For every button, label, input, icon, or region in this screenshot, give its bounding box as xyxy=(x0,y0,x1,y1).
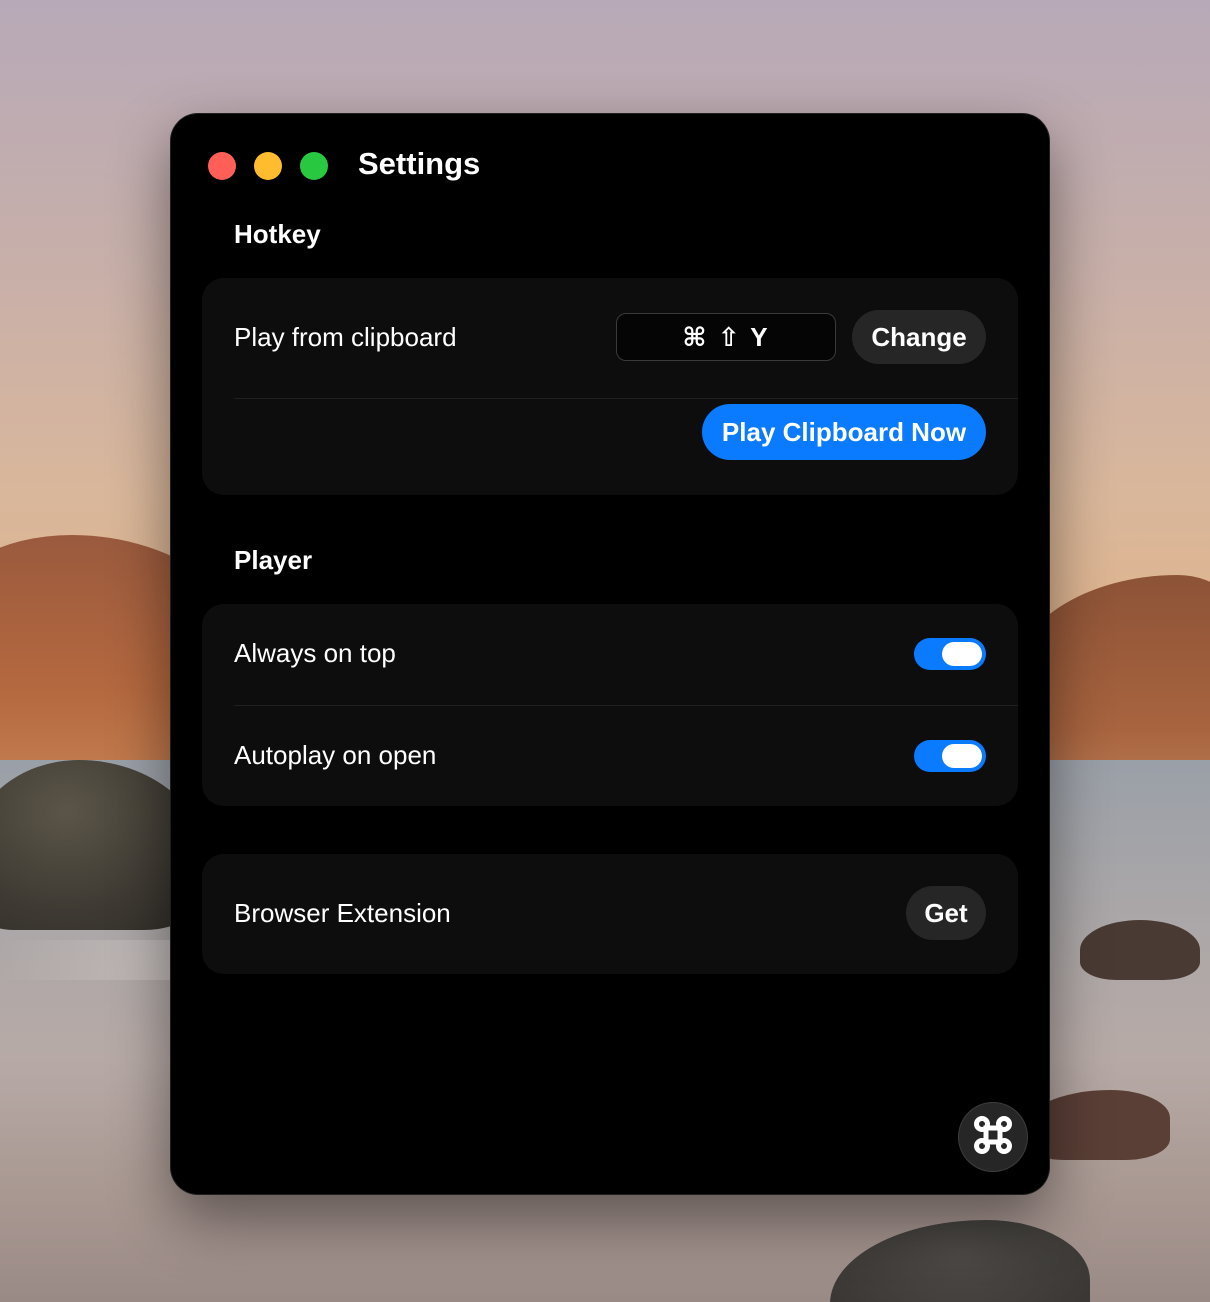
player-card: Always on top Autoplay on open xyxy=(202,604,1018,806)
always-on-top-toggle[interactable] xyxy=(914,638,986,670)
always-on-top-label: Always on top xyxy=(234,638,396,668)
hotkey-section-title: Hotkey xyxy=(234,219,321,249)
window-title: Settings xyxy=(358,146,481,181)
autoplay-on-open-label: Autoplay on open xyxy=(234,740,437,770)
autoplay-on-open-toggle[interactable] xyxy=(914,740,986,772)
zoom-window-button[interactable] xyxy=(300,152,328,180)
play-clipboard-now-button[interactable]: Play Clipboard Now xyxy=(702,404,986,460)
toggle-knob xyxy=(942,642,982,666)
toggle-knob xyxy=(942,744,982,768)
hotkey-card: Play from clipboard ⌘ ⇧ Y Change Play Cl… xyxy=(202,278,1018,495)
row-divider xyxy=(234,398,1018,399)
extension-card: Browser Extension Get xyxy=(202,854,1018,974)
browser-extension-label: Browser Extension xyxy=(234,898,451,928)
settings-window: Settings Hotkey Play from clipboard ⌘ ⇧ … xyxy=(170,113,1050,1195)
wallpaper-rock xyxy=(1080,920,1200,980)
title-bar: Settings xyxy=(170,113,1050,213)
minimize-window-button[interactable] xyxy=(254,152,282,180)
close-window-button[interactable] xyxy=(208,152,236,180)
command-icon xyxy=(973,1115,1013,1160)
row-divider xyxy=(234,705,1018,706)
player-section-title: Player xyxy=(234,545,313,575)
play-from-clipboard-label: Play from clipboard xyxy=(234,322,457,352)
hotkey-shortcut-display: ⌘ ⇧ Y xyxy=(616,313,836,361)
command-menu-button[interactable] xyxy=(958,1102,1028,1172)
change-hotkey-button[interactable]: Change xyxy=(852,310,986,364)
get-extension-button[interactable]: Get xyxy=(906,886,986,940)
